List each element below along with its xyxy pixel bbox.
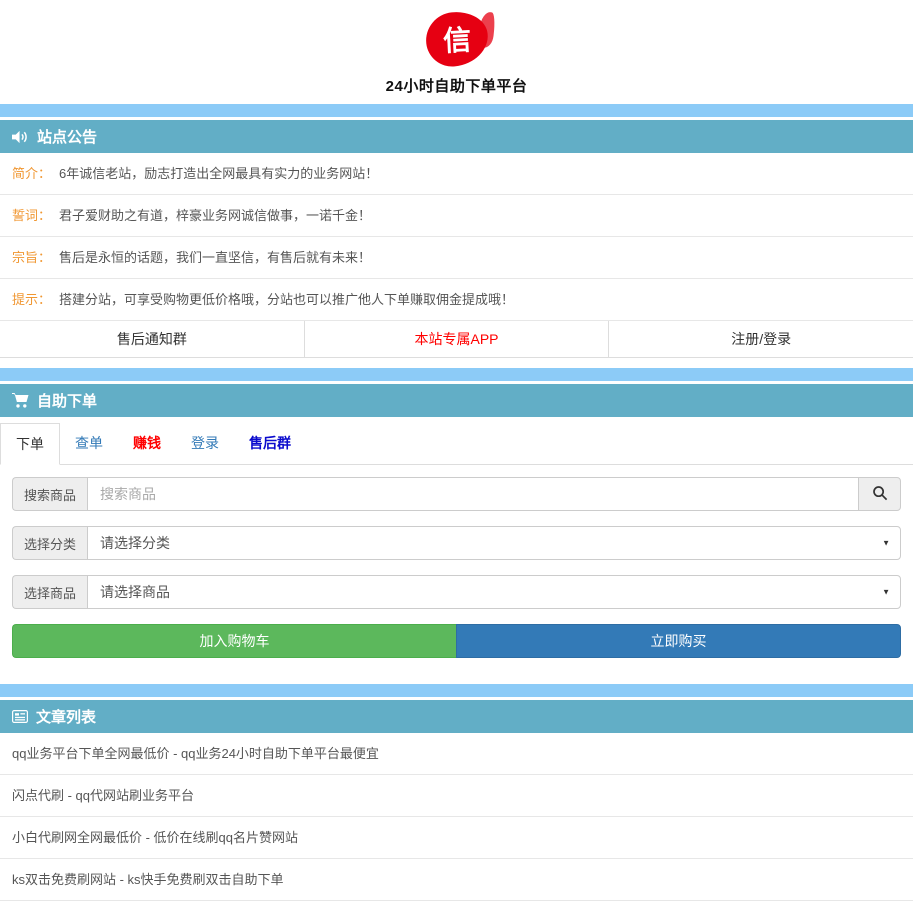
order-panel-header: 自助下单 xyxy=(0,384,913,417)
site-app-link[interactable]: 本站专属APP xyxy=(304,321,609,357)
search-label: 搜索商品 xyxy=(12,477,87,511)
quick-links-row: 售后通知群 本站专属APP 注册/登录 xyxy=(0,321,913,358)
order-panel: 自助下单 下单 查单 赚钱 登录 售后群 搜索商品 选择分类 请选择分类 xyxy=(0,384,913,674)
notice-text: 6年诚信老站，励志打造出全网最具有实力的业务网站！ xyxy=(59,165,378,182)
caret-down-icon: ▼ xyxy=(882,539,890,548)
accent-bar-order xyxy=(0,368,913,381)
cart-icon xyxy=(12,393,29,408)
spacer xyxy=(0,358,913,368)
notice-label: 简介： xyxy=(12,165,51,182)
article-link[interactable]: 闪点代刷 - qq代网站刷业务平台 xyxy=(0,775,913,817)
action-buttons-row: 加入购物车 立即购买 xyxy=(12,624,901,658)
order-form: 搜索商品 选择分类 请选择分类 ▼ 选择商品 请选择商品 xyxy=(0,465,913,674)
search-row: 搜索商品 xyxy=(12,477,901,511)
tab-place-order[interactable]: 下单 xyxy=(0,423,60,465)
tab-earn-money[interactable]: 赚钱 xyxy=(118,423,176,465)
category-label: 选择分类 xyxy=(12,526,87,560)
category-select[interactable]: 请选择分类 ▼ xyxy=(87,526,901,560)
tab-check-order[interactable]: 查单 xyxy=(60,423,118,465)
announcement-panel: 站点公告 简介： 6年诚信老站，励志打造出全网最具有实力的业务网站！ 誓词： 君… xyxy=(0,120,913,358)
site-header: 信 24小时自助下单平台 xyxy=(0,0,913,104)
announcement-panel-header: 站点公告 xyxy=(0,120,913,153)
product-select-value: 请选择商品 xyxy=(100,582,170,602)
aftersale-group-link[interactable]: 售后通知群 xyxy=(0,321,304,357)
notice-row-oath: 誓词： 君子爱财助之有道，梓豪业务网诚信做事，一诺千金！ xyxy=(0,195,913,237)
notice-row-intro: 简介： 6年诚信老站，励志打造出全网最具有实力的业务网站！ xyxy=(0,153,913,195)
article-link[interactable]: qq业务平台下单全网最低价 - qq业务24小时自助下单平台最便宜 xyxy=(0,733,913,775)
product-label: 选择商品 xyxy=(12,575,87,609)
accent-bar-top xyxy=(0,104,913,117)
search-button[interactable] xyxy=(858,477,901,511)
article-link[interactable]: 小白代刷网全网最低价 - 低价在线刷qq名片赞网站 xyxy=(0,817,913,859)
product-select[interactable]: 请选择商品 ▼ xyxy=(87,575,901,609)
site-logo: 信 xyxy=(426,12,488,66)
spacer xyxy=(0,674,913,684)
site-title: 24小时自助下单平台 xyxy=(0,75,913,96)
speaker-icon xyxy=(12,130,29,144)
articles-panel: 文章列表 qq业务平台下单全网最低价 - qq业务24小时自助下单平台最便宜 闪… xyxy=(0,700,913,901)
notice-label: 宗旨： xyxy=(12,249,51,266)
logo-character: 信 xyxy=(441,18,471,59)
notice-label: 誓词： xyxy=(12,207,51,224)
notice-text: 售后是永恒的话题，我们一直坚信，有售后就有未来！ xyxy=(59,249,371,266)
seal-stamp-icon: 信 xyxy=(423,9,490,69)
search-input[interactable] xyxy=(87,477,859,511)
register-login-link[interactable]: 注册/登录 xyxy=(608,321,913,357)
product-row: 选择商品 请选择商品 ▼ xyxy=(12,575,901,609)
order-panel-title: 自助下单 xyxy=(37,390,97,411)
notice-label: 提示： xyxy=(12,291,51,308)
order-tabs: 下单 查单 赚钱 登录 售后群 xyxy=(0,423,913,465)
news-icon xyxy=(12,710,28,723)
category-row: 选择分类 请选择分类 ▼ xyxy=(12,526,901,560)
articles-panel-title: 文章列表 xyxy=(36,706,96,727)
notice-text: 君子爱财助之有道，梓豪业务网诚信做事，一诺千金！ xyxy=(59,207,371,224)
search-icon xyxy=(872,485,888,504)
notice-text: 搭建分站，可享受购物更低价格哦，分站也可以推广他人下单赚取佣金提成哦！ xyxy=(59,291,514,308)
tab-aftersale-group[interactable]: 售后群 xyxy=(234,423,306,465)
announcement-panel-title: 站点公告 xyxy=(37,126,97,147)
add-to-cart-button[interactable]: 加入购物车 xyxy=(12,624,456,658)
notice-row-purpose: 宗旨： 售后是永恒的话题，我们一直坚信，有售后就有未来！ xyxy=(0,237,913,279)
article-link[interactable]: ks双击免费刷网站 - ks快手免费刷双击自助下单 xyxy=(0,859,913,901)
buy-now-button[interactable]: 立即购买 xyxy=(456,624,901,658)
notice-row-tip: 提示： 搭建分站，可享受购物更低价格哦，分站也可以推广他人下单赚取佣金提成哦！ xyxy=(0,279,913,321)
tab-login[interactable]: 登录 xyxy=(176,423,234,465)
accent-bar-articles xyxy=(0,684,913,697)
category-select-value: 请选择分类 xyxy=(100,533,170,553)
caret-down-icon: ▼ xyxy=(882,588,890,597)
articles-panel-header: 文章列表 xyxy=(0,700,913,733)
